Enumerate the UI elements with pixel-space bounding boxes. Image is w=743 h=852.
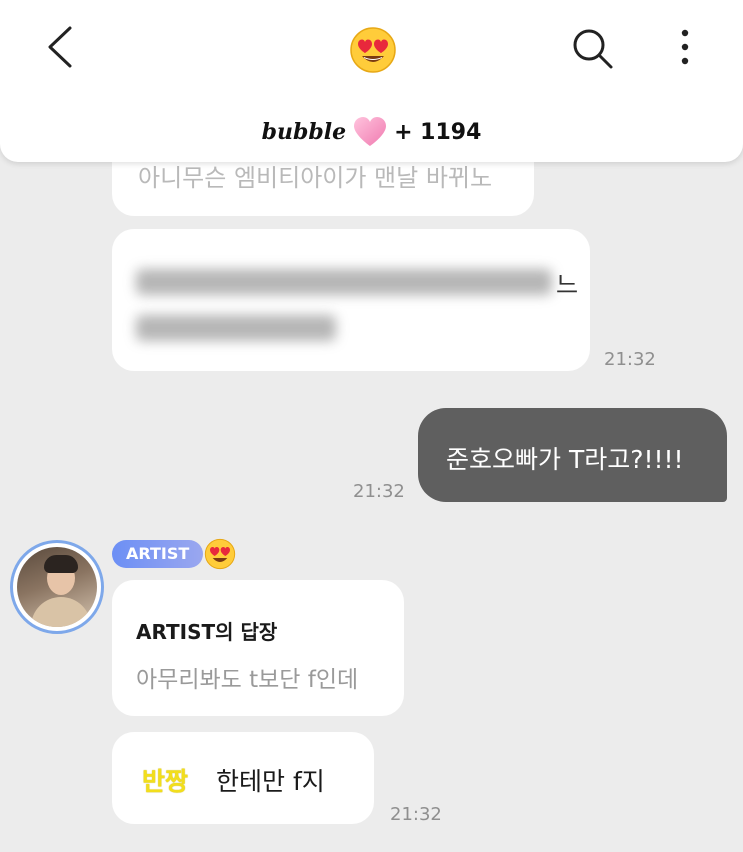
- sent-message-bubble: 준호오빠가 T라고?!!!!: [418, 408, 727, 502]
- artist-reply-bubble: ARTIST의 답장 아무리봐도 t보단 f인데: [112, 580, 404, 716]
- message-timestamp: 21:32: [604, 349, 656, 370]
- search-icon[interactable]: [568, 24, 616, 72]
- more-vertical-icon[interactable]: [670, 26, 700, 70]
- artist-avatar[interactable]: [10, 540, 104, 634]
- message-text: 아니무슨 엠비티아이가 맨날 바뀌노: [138, 164, 493, 192]
- artist-message-bubble: 반짱 한테만 f지: [112, 732, 374, 824]
- back-icon[interactable]: [40, 22, 84, 72]
- message-timestamp: 21:32: [390, 804, 442, 825]
- message-text: 준호오빠가 T라고?!!!!: [446, 445, 684, 474]
- subscriber-count: + 1194: [394, 119, 482, 145]
- avatar-hair: [44, 555, 78, 573]
- brand-name: bubble: [261, 119, 347, 145]
- blurred-text-line: [136, 315, 336, 341]
- avatar-body: [31, 597, 91, 627]
- heart-eyes-emoji-icon: [350, 27, 396, 73]
- pink-heart-icon: [354, 117, 387, 146]
- blurred-text-line: [136, 269, 552, 295]
- quoted-text: 아무리봐도 t보단 f인데: [136, 667, 359, 693]
- message-text-tail: 느: [556, 271, 579, 299]
- chat-header: bubble + 1194: [0, 0, 743, 162]
- highlighted-nickname: 반짱: [142, 767, 189, 796]
- avatar-photo: [17, 547, 97, 627]
- bubble-bar: bubble + 1194: [0, 112, 743, 152]
- reply-title: ARTIST의 답장: [136, 620, 278, 644]
- message-timestamp: 21:32: [353, 481, 405, 502]
- artist-badge: ARTIST: [112, 540, 204, 568]
- heart-eyes-emoji-icon: [204, 538, 236, 570]
- message-text: 한테만 f지: [216, 767, 325, 796]
- blurred-message-bubble: 느: [112, 229, 590, 371]
